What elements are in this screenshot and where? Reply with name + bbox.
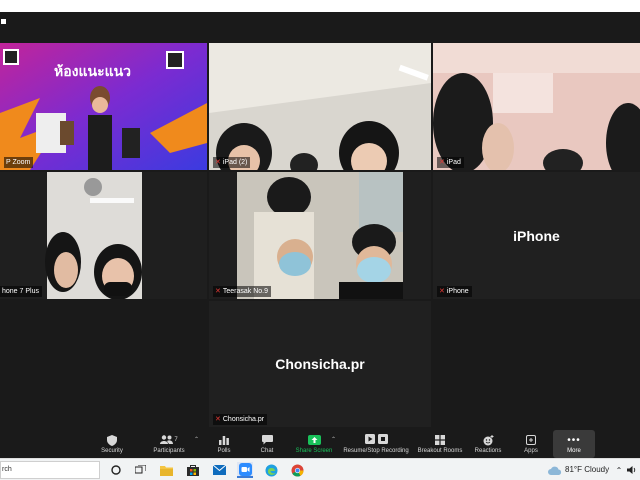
participant-name: Chonsicha.pr bbox=[222, 416, 265, 423]
muted-mic-icon: ✕ bbox=[215, 159, 221, 166]
chat-button[interactable]: Chat bbox=[255, 430, 279, 458]
windows-taskbar: rch 81°F Cloudy ⌃ bbox=[0, 458, 640, 480]
participants-caret-icon[interactable]: ⌃ bbox=[194, 436, 199, 443]
participants-icon bbox=[160, 431, 174, 449]
shield-icon bbox=[107, 434, 117, 446]
window-top-bar bbox=[0, 0, 640, 12]
share-screen-icon bbox=[307, 434, 321, 446]
participant-name-label: hone 7 Plus bbox=[0, 286, 42, 297]
more-label: More bbox=[567, 448, 581, 454]
video-gallery: ห้องแนะแนว P Zoom ✕ iPad (2) ✕ iPad hone… bbox=[0, 12, 640, 430]
participant-display-name: iPhone bbox=[513, 227, 560, 244]
chat-bubble-icon bbox=[261, 434, 273, 446]
meeting-toolbar: Security 7 Participants ⌃ Polls Chat Sha… bbox=[0, 430, 640, 458]
taskbar-search-box[interactable]: rch bbox=[0, 461, 100, 479]
participant-name-label: ✕ Teerasak No.9 bbox=[213, 286, 272, 297]
chat-label: Chat bbox=[260, 448, 274, 454]
reactions-label: Reactions bbox=[474, 448, 502, 454]
share-screen-label: Share Screen bbox=[295, 448, 333, 454]
participant-name-label: P Zoom bbox=[4, 157, 34, 168]
participant-video bbox=[0, 172, 207, 299]
apps-icon bbox=[526, 434, 536, 446]
polls-label: Polls bbox=[217, 448, 231, 454]
participant-name: iPhone bbox=[446, 288, 469, 295]
banner-title: ห้องแนะแนว bbox=[54, 63, 132, 79]
smiley-plus-icon bbox=[483, 434, 494, 446]
zoom-app-icon[interactable] bbox=[237, 462, 253, 478]
polls-button[interactable]: Polls bbox=[212, 430, 236, 458]
bar-chart-icon bbox=[219, 434, 229, 446]
more-button[interactable]: ••• More bbox=[553, 430, 595, 458]
file-explorer-icon[interactable] bbox=[158, 462, 174, 478]
breakout-rooms-label: Breakout Rooms bbox=[417, 448, 463, 454]
security-label: Security bbox=[101, 448, 123, 454]
participants-label: Participants bbox=[153, 448, 185, 454]
speaker-volume-icon[interactable] bbox=[624, 462, 640, 478]
resume-recording-icon bbox=[364, 431, 375, 449]
participant-tile-teerasak[interactable]: ✕ Teerasak No.9 bbox=[209, 172, 431, 299]
weather-text[interactable]: 81°F Cloudy bbox=[565, 459, 609, 480]
cortana-icon[interactable] bbox=[108, 462, 124, 478]
participant-video bbox=[209, 43, 431, 170]
participant-tile-p-zoom[interactable]: ห้องแนะแนว P Zoom bbox=[0, 43, 207, 170]
participant-tile-ipad[interactable]: ✕ iPad bbox=[433, 43, 640, 170]
participants-button[interactable]: 7 Participants bbox=[150, 430, 188, 458]
muted-mic-icon: ✕ bbox=[215, 416, 221, 423]
muted-mic-icon: ✕ bbox=[439, 159, 445, 166]
participant-tile-chonsicha[interactable]: Chonsicha.pr ✕ Chonsicha.pr bbox=[209, 301, 431, 427]
edge-browser-icon[interactable] bbox=[263, 462, 279, 478]
share-screen-caret-icon[interactable]: ⌃ bbox=[331, 436, 336, 443]
participant-name-label: ✕ iPad (2) bbox=[213, 157, 251, 168]
weather-cloud-icon[interactable] bbox=[547, 462, 563, 478]
participant-name: iPad bbox=[446, 159, 461, 166]
mail-icon[interactable] bbox=[211, 462, 227, 478]
participant-name: P Zoom bbox=[6, 159, 31, 166]
task-view-icon[interactable] bbox=[132, 462, 148, 478]
apps-button[interactable]: Apps bbox=[519, 430, 543, 458]
store-icon[interactable] bbox=[185, 462, 201, 478]
reactions-button[interactable]: Reactions bbox=[472, 430, 504, 458]
participant-name: Teerasak No.9 bbox=[222, 288, 269, 295]
resume-stop-recording-button[interactable]: Resume/Stop Recording bbox=[340, 430, 412, 458]
participant-video bbox=[433, 43, 640, 170]
security-button[interactable]: Security bbox=[96, 430, 128, 458]
breakout-rooms-icon bbox=[435, 434, 445, 446]
share-screen-button[interactable]: Share Screen bbox=[292, 430, 336, 458]
participant-tile-ipad-2[interactable]: ✕ iPad (2) bbox=[209, 43, 431, 170]
breakout-rooms-button[interactable]: Breakout Rooms bbox=[415, 430, 465, 458]
participant-name-label: ✕ Chonsicha.pr bbox=[213, 414, 268, 425]
participant-tile-iphone-7-plus[interactable]: hone 7 Plus bbox=[0, 172, 207, 299]
stop-recording-icon bbox=[377, 431, 388, 449]
muted-mic-icon: ✕ bbox=[439, 288, 445, 295]
recording-label: Resume/Stop Recording bbox=[343, 448, 409, 454]
participant-name: hone 7 Plus bbox=[2, 288, 39, 295]
participant-name: iPad (2) bbox=[222, 159, 248, 166]
participant-video bbox=[209, 172, 431, 299]
participant-name-label: ✕ iPad bbox=[437, 157, 464, 168]
chrome-browser-icon[interactable] bbox=[289, 462, 305, 478]
participant-name-label: ✕ iPhone bbox=[437, 286, 472, 297]
apps-label: Apps bbox=[524, 448, 538, 454]
participant-display-name: Chonsicha.pr bbox=[275, 356, 365, 372]
view-indicator[interactable] bbox=[1, 19, 6, 24]
participant-tile-iphone[interactable]: iPhone ✕ iPhone bbox=[433, 172, 640, 299]
muted-mic-icon: ✕ bbox=[215, 288, 221, 295]
ellipsis-icon: ••• bbox=[567, 434, 581, 446]
participants-count: 7 bbox=[174, 437, 178, 443]
